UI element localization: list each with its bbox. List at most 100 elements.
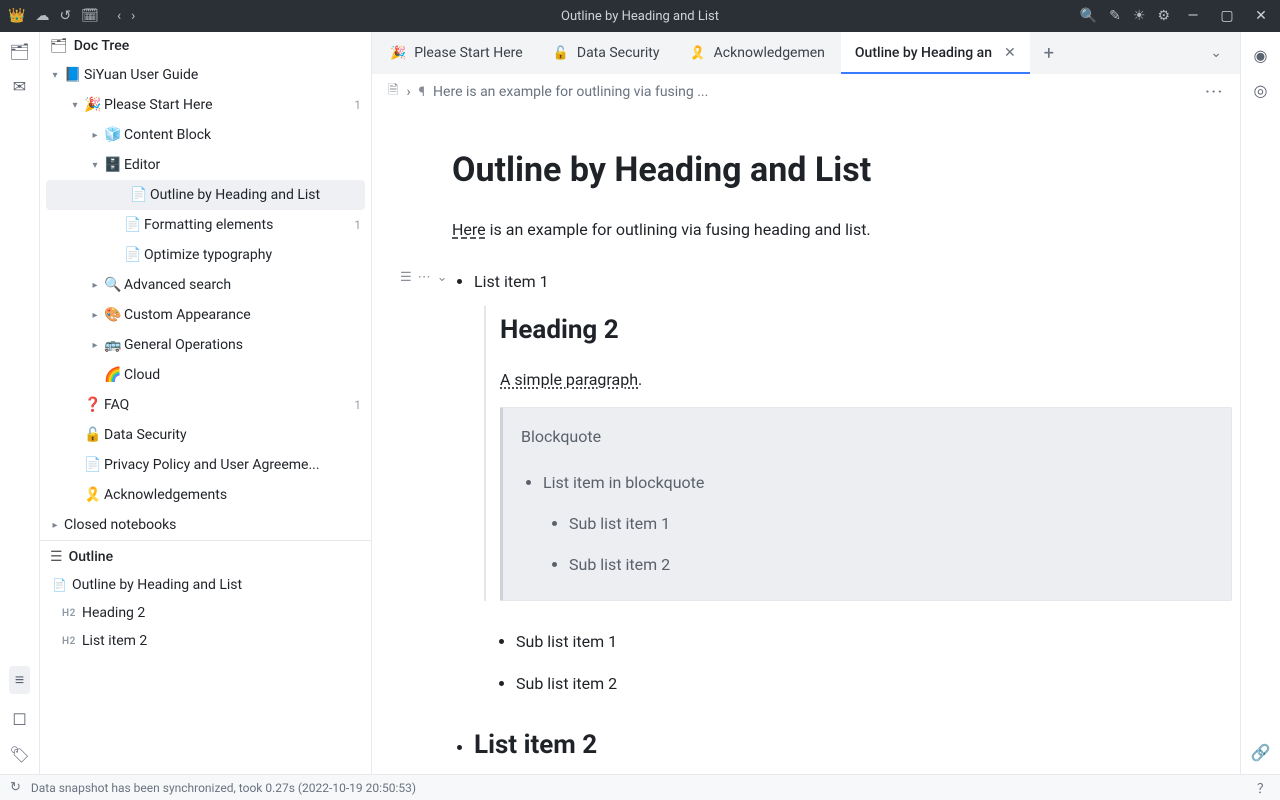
tabs-menu-icon[interactable]: ⌄ [1196, 45, 1236, 61]
chevron-down-icon[interactable]: ▾ [68, 100, 82, 111]
intro-paragraph[interactable]: Here is an example for outlining via fus… [452, 216, 1232, 243]
list-item[interactable]: Sub list item 1 [569, 504, 1213, 544]
list-block: ☰ ⋯ ⌄ List item 1 Heading 2 A simple par… [452, 267, 1232, 774]
document[interactable]: Outline by Heading and List Here is an e… [372, 110, 1240, 774]
doc-tree-header: 🗂 Doc Tree [40, 32, 371, 60]
inbox-icon[interactable]: ✉ [13, 77, 26, 96]
list-item[interactable]: List item 1 Heading 2 A simple paragraph… [474, 267, 1232, 706]
doc-tree-title: Doc Tree [74, 38, 129, 54]
backlink-icon[interactable]: 🔗 [1251, 743, 1271, 762]
titlebar-right: 🔍 ✎ ☀ ⚙ — ▢ ✕ [1080, 8, 1272, 24]
status-text: Data snapshot has been synchronized, too… [31, 781, 416, 795]
chevron-right-icon[interactable]: ▸ [88, 340, 102, 351]
list-icon[interactable]: ☰ [400, 270, 412, 285]
tree-row[interactable]: ▸🎨Custom Appearance [40, 300, 371, 330]
tab[interactable]: Outline by Heading an✕ [841, 32, 1030, 74]
tree-root[interactable]: ▾ 📘 SiYuan User Guide [40, 60, 371, 90]
tree-row[interactable]: ▾🎉Please Start Here1 [40, 90, 371, 120]
tree-row[interactable]: 📄Privacy Policy and User Agreeme... [40, 450, 371, 480]
tree-row[interactable]: ❓FAQ1 [40, 390, 371, 420]
block-gutter[interactable]: ☰ ⋯ ⌄ [400, 270, 448, 285]
blockquote-list[interactable]: List item in blockquote Sub list item 1 … [521, 463, 1213, 590]
statusbar: ↻ Data snapshot has been synchronized, t… [0, 774, 1280, 800]
calendar-icon[interactable]: 🗓 [81, 8, 99, 24]
dash-icon[interactable]: ⋯ [418, 270, 431, 285]
list-item[interactable]: Sub list item 2 [569, 545, 1213, 585]
doc-icon: 📄 [128, 187, 150, 203]
chevron-down-icon[interactable]: ⌄ [437, 270, 448, 285]
settings-icon[interactable]: ⚙ [1157, 8, 1170, 24]
h2-badge: H2 [62, 636, 82, 647]
chevron-right-icon[interactable]: ▸ [88, 130, 102, 141]
list-item[interactable]: Sub list item 2 [516, 663, 1232, 705]
root-list[interactable]: List item 2 Ordered list item 1 1package… [452, 712, 1232, 774]
close-icon[interactable]: ✕ [1250, 8, 1272, 24]
chevron-right-icon[interactable]: ▸ [88, 280, 102, 291]
minimize-icon[interactable]: — [1182, 8, 1204, 24]
history-icon[interactable]: ↺ [59, 8, 71, 24]
chevron-right-icon[interactable]: ▸ [88, 310, 102, 321]
tree-icon: 🗂 [50, 38, 68, 54]
search-icon[interactable]: 🔍 [1080, 8, 1097, 24]
list-item[interactable]: List item in blockquote Sub list item 1 … [543, 463, 1213, 590]
tree-row[interactable]: ▾🗄️Editor [40, 150, 371, 180]
tree-row[interactable]: 🔓Data Security [40, 420, 371, 450]
bookmark-icon[interactable]: ☐ [12, 710, 26, 729]
globe-icon[interactable]: ◎ [1254, 81, 1268, 100]
breadcrumb[interactable]: 🗎 › ¶ Here is an example for outlining v… [372, 74, 1240, 110]
align-icon[interactable]: ≡ [9, 666, 30, 694]
tab[interactable]: 🎉Please Start Here [376, 32, 537, 74]
tree-row[interactable]: ▸🚌General Operations [40, 330, 371, 360]
tree-row[interactable]: 📄Formatting elements1 [40, 210, 371, 240]
tree-row[interactable]: ▸🧊Content Block [40, 120, 371, 150]
chevron-right-icon[interactable]: ▸ [48, 520, 62, 531]
tab[interactable]: 🔓Data Security [539, 32, 674, 74]
doc-icon: 📄 [122, 247, 144, 263]
tag-icon[interactable]: 🏷 [9, 745, 29, 764]
chevron-down-icon[interactable]: ▾ [48, 70, 62, 81]
outline-item[interactable]: H2 Heading 2 [40, 599, 371, 627]
maximize-icon[interactable]: ▢ [1216, 8, 1238, 24]
outline-item[interactable]: H2 List item 2 [40, 627, 371, 655]
sync-icon[interactable]: ↻ [10, 780, 21, 795]
doc-tree-icon[interactable]: 🗂 [9, 42, 29, 61]
heading-2[interactable]: List item 2 [474, 730, 597, 760]
sub-list[interactable]: Sub list item 1 Sub list item 2 [474, 621, 1232, 706]
tab-close-icon[interactable]: ✕ [1004, 45, 1016, 61]
cloud-icon[interactable]: ☁ [35, 8, 49, 24]
chevron-down-icon[interactable]: ▾ [88, 160, 102, 171]
tab-icon: 🎉 [390, 46, 406, 61]
doc-title[interactable]: Outline by Heading and List [452, 150, 1232, 190]
nav-forward-icon[interactable]: › [131, 8, 135, 24]
doc-icon: 🔓 [82, 427, 104, 443]
new-tab-button[interactable]: + [1032, 43, 1066, 64]
tree-label: Formatting elements [144, 217, 354, 233]
sun-icon[interactable]: ☀ [1133, 8, 1146, 24]
more-icon[interactable]: ··· [1205, 84, 1224, 100]
intro-link[interactable]: Here [452, 220, 486, 239]
list-item[interactable]: Sub list item 1 [516, 621, 1232, 663]
book-icon: 📘 [62, 67, 84, 83]
tree-label: Advanced search [124, 277, 363, 293]
help-icon[interactable]: ？ [1257, 778, 1270, 797]
tree-row[interactable]: 🌈Cloud [40, 360, 371, 390]
tree-row[interactable]: 📄Optimize typography [40, 240, 371, 270]
tree-row[interactable]: 🎗️Acknowledgements [40, 480, 371, 510]
crown-icon[interactable]: 👑 [8, 8, 25, 24]
nav-back-icon[interactable]: ‹ [117, 8, 121, 24]
tree-row[interactable]: ▸🔍Advanced search [40, 270, 371, 300]
edit-icon[interactable]: ✎ [1109, 8, 1121, 24]
closed-notebooks[interactable]: ▸ Closed notebooks [40, 510, 371, 540]
blockquote[interactable]: Blockquote List item in blockquote Sub l… [500, 407, 1232, 601]
graph-icon[interactable]: ◉ [1254, 46, 1268, 65]
outline-doc[interactable]: 📄 Outline by Heading and List [40, 571, 371, 599]
heading-2[interactable]: Heading 2 [500, 306, 1232, 355]
tree-row[interactable]: 📄Outline by Heading and List [46, 180, 365, 210]
tab-label: Acknowledgemen [714, 45, 825, 61]
simple-paragraph[interactable]: A simple paragraph. [500, 365, 1232, 395]
list-item[interactable]: List item 2 Ordered list item 1 1package… [474, 712, 1232, 774]
root-list[interactable]: List item 1 Heading 2 A simple paragraph… [452, 267, 1232, 706]
tab-icon: 🔓 [553, 46, 569, 61]
breadcrumb-text: Here is an example for outlining via fus… [433, 84, 708, 100]
tab[interactable]: 🎗️Acknowledgemen [675, 32, 838, 74]
